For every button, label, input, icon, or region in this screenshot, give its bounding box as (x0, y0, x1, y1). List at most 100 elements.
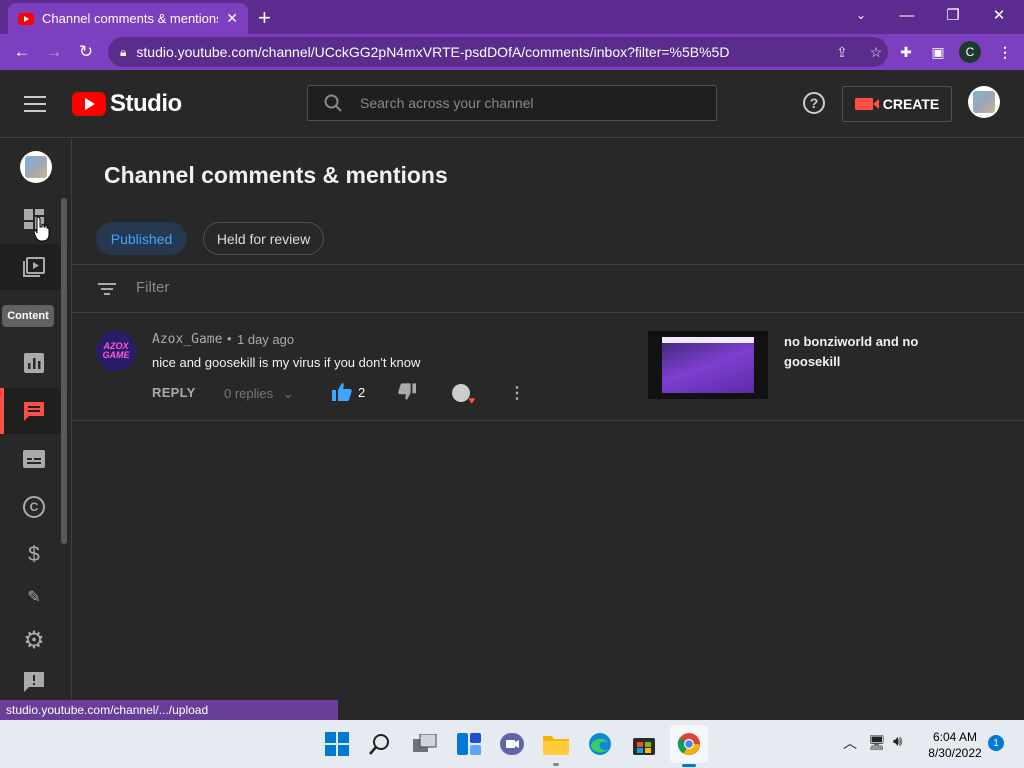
clock-date: 8/30/2022 (928, 746, 982, 760)
sidebar-item-content[interactable] (0, 244, 68, 290)
extensions-puzzle-icon[interactable]: ✚ (893, 39, 919, 65)
more-options-icon[interactable]: ⋮ (509, 383, 525, 403)
file-explorer-icon[interactable] (540, 728, 572, 760)
file-explorer-running-indicator (553, 763, 559, 766)
sidebar-item-monetization[interactable]: $ (0, 532, 68, 578)
channel-avatar[interactable] (20, 151, 52, 183)
status-bar-url: studio.youtube.com/channel/.../upload (0, 700, 338, 720)
comment-text: nice and goosekill is my virus if you do… (152, 355, 421, 370)
mouse-cursor-icon (34, 216, 50, 242)
video-camera-icon (854, 98, 879, 110)
filter-icon[interactable] (98, 283, 116, 295)
tab-held-for-review[interactable]: Held for review (203, 222, 324, 255)
video-title[interactable]: no bonziworld and no goosekill (784, 332, 934, 372)
youtube-studio-logo[interactable]: Studio (72, 90, 182, 118)
channel-search[interactable] (307, 85, 717, 121)
search-input[interactable] (360, 95, 700, 111)
dollar-icon: $ (28, 543, 40, 566)
network-icon[interactable]: 🖥︎ (868, 734, 886, 751)
new-tab-button[interactable]: + (258, 5, 271, 31)
copyright-icon: C (23, 496, 45, 518)
search-icon (324, 94, 342, 112)
windows-start-icon[interactable] (321, 728, 353, 760)
youtube-favicon-icon (18, 12, 34, 25)
reply-button[interactable]: REPLY (152, 385, 196, 400)
clock-time: 6:04 AM (932, 730, 978, 744)
video-content-icon (23, 257, 45, 277)
video-thumbnail[interactable] (648, 331, 768, 399)
feedback-icon (24, 672, 44, 692)
create-label: CREATE (882, 96, 940, 112)
filter-bar (72, 264, 1024, 313)
sidebar-item-subtitles[interactable] (0, 436, 68, 482)
separator-dot: • (227, 331, 232, 346)
thumbs-down-icon[interactable] (398, 383, 416, 400)
sidebar-scrollbar[interactable] (61, 198, 67, 544)
task-view-icon[interactable] (409, 728, 441, 760)
replies-dropdown[interactable]: 0 replies ⌄ (224, 386, 294, 402)
sidebar-item-settings[interactable]: ⚙ (0, 617, 68, 663)
logo-text: Studio (110, 90, 182, 117)
thumbnail-image (662, 337, 754, 393)
filter-input[interactable] (136, 279, 436, 296)
sidebar-item-comments[interactable] (0, 388, 68, 434)
like-count: 2 (358, 385, 366, 400)
profile-letter: C (959, 41, 981, 63)
create-button[interactable]: CREATE (842, 86, 952, 122)
hamburger-menu-icon[interactable] (24, 96, 46, 112)
tab-published[interactable]: Published (96, 222, 187, 255)
youtube-play-icon (72, 92, 106, 116)
tray-chevron-icon[interactable]: ︿ (843, 733, 857, 753)
volume-icon[interactable]: 🔊︎ (893, 733, 902, 750)
sidebar-item-customization[interactable]: ✎ (0, 587, 68, 609)
account-avatar[interactable] (968, 86, 1000, 118)
taskbar-search-icon[interactable] (364, 728, 396, 760)
chrome-running-indicator (682, 764, 696, 767)
chrome-icon[interactable] (670, 725, 708, 763)
share-icon[interactable]: ⇪ (830, 44, 854, 61)
tab-title: Channel comments & mentions - (42, 11, 219, 26)
widgets-icon[interactable] (453, 728, 485, 760)
forward-button[interactable]: → (38, 36, 70, 68)
close-window-button[interactable]: ✕ (976, 0, 1022, 30)
edge-browser-icon[interactable] (584, 728, 616, 760)
chevron-down-icon: ⌄ (282, 386, 294, 401)
bookmark-star-icon[interactable]: ☆ (864, 44, 888, 61)
address-bar[interactable]: 🔒︎ studio.youtube.com/channel/UCckGG2pN4… (108, 37, 888, 67)
help-icon[interactable]: ? (803, 92, 825, 114)
comment-item: AZOX GAME Azox_Game • 1 day ago nice and… (72, 313, 1024, 421)
studio-header: Studio ? CREATE (0, 70, 1024, 138)
minimize-button[interactable]: — (884, 0, 930, 30)
back-button[interactable]: ← (6, 36, 38, 68)
lock-icon[interactable]: 🔒︎ (120, 45, 126, 60)
sidebar-item-copyright[interactable]: C (0, 484, 68, 530)
comment-author-avatar[interactable]: AZOX GAME (96, 331, 136, 371)
sidebar-item-feedback[interactable] (0, 665, 68, 699)
browser-tab-strip: Channel comments & mentions - ✕ + ⌄ — ❐ … (0, 0, 1024, 34)
teams-chat-icon[interactable] (496, 728, 528, 760)
browser-tab[interactable]: Channel comments & mentions - ✕ (8, 3, 248, 34)
subtitles-icon (23, 450, 45, 468)
tab-close-icon[interactable]: ✕ (226, 10, 238, 27)
tooltip: Content (2, 305, 54, 327)
notification-badge[interactable]: 1 (988, 735, 1004, 751)
microsoft-store-icon[interactable] (628, 728, 660, 760)
browser-menu-icon[interactable]: ⋮ (992, 39, 1018, 65)
restore-button[interactable]: ❐ (930, 0, 976, 30)
tab-search-icon[interactable]: ⌄ (838, 0, 884, 30)
reload-button[interactable]: ↻ (70, 36, 102, 68)
gear-icon: ⚙ (23, 626, 45, 654)
clock[interactable]: 6:04 AM 8/30/2022 (921, 729, 989, 761)
thumbs-up-icon[interactable] (332, 383, 352, 401)
comments-icon (24, 402, 44, 421)
sidebar-item-analytics[interactable] (0, 340, 68, 386)
windows-taskbar: ︿ 🖥︎ 🔊︎ 6:04 AM 8/30/2022 1 (0, 720, 1024, 768)
analytics-icon (24, 353, 44, 373)
comment-author[interactable]: Azox_Game (152, 332, 222, 347)
profile-avatar[interactable]: C (957, 39, 983, 65)
browser-toolbar: ← → ↻ 🔒︎ studio.youtube.com/channel/UCck… (0, 34, 1024, 70)
comment-time[interactable]: 1 day ago (237, 332, 294, 347)
address-url: studio.youtube.com/channel/UCckGG2pN4mxV… (136, 44, 730, 60)
side-panel-icon[interactable]: ▣ (925, 39, 951, 65)
creator-heart-icon[interactable] (452, 384, 475, 407)
